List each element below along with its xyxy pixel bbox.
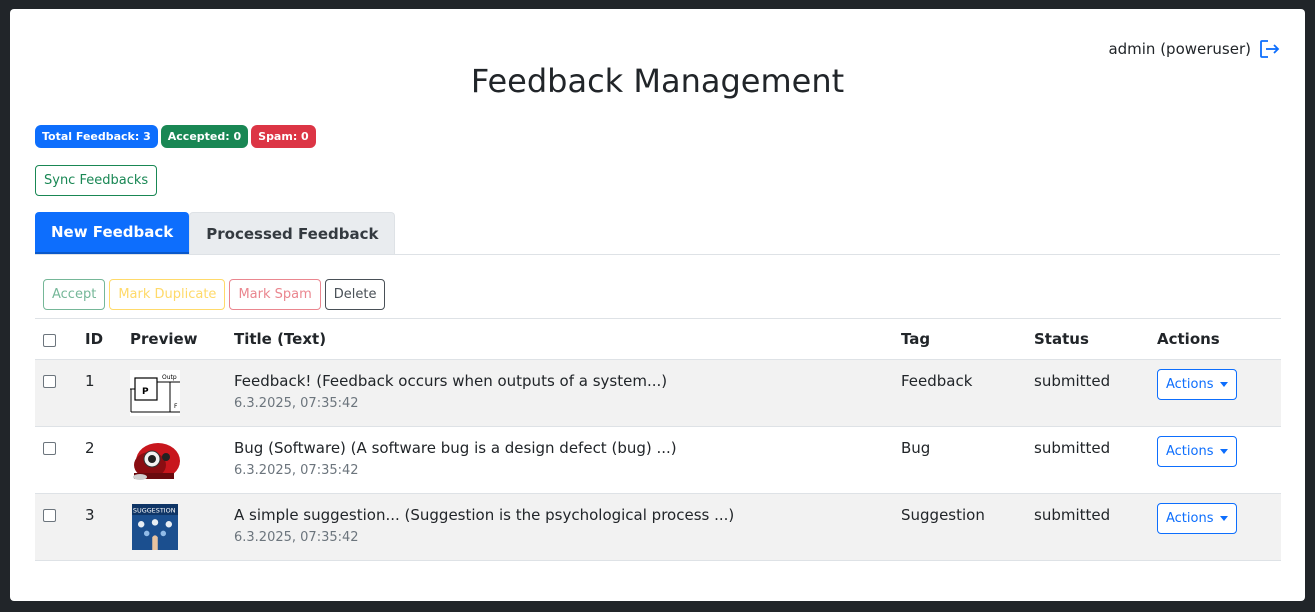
caret-down-icon — [1219, 449, 1228, 454]
row-date: 6.3.2025, 07:35:42 — [234, 463, 359, 478]
app-window: admin (poweruser) Feedback Management To… — [10, 9, 1305, 601]
bulk-actions: Accept Mark Duplicate Mark Spam Delete — [43, 279, 386, 310]
row-id: 2 — [77, 426, 122, 494]
stats-badges: Total Feedback: 3 Accepted: 0 Spam: 0 — [35, 125, 316, 149]
row-id: 1 — [77, 359, 122, 427]
user-label: admin (poweruser) — [1108, 40, 1251, 58]
header-status: Status — [1026, 318, 1149, 360]
row-status: submitted — [1026, 426, 1149, 494]
table-row: 1 P Outp F Feedback! (Feedback occurs wh… — [35, 359, 1281, 427]
row-title: Bug (Software) (A software bug is a desi… — [234, 439, 677, 457]
row-actions-dropdown[interactable]: Actions — [1157, 369, 1237, 400]
tab-new-feedback[interactable]: New Feedback — [35, 212, 190, 254]
mark-duplicate-button[interactable]: Mark Duplicate — [109, 279, 226, 310]
suggestion-photo-thumbnail: SUGGESTION — [132, 504, 178, 550]
bug-mascot-thumbnail — [130, 437, 180, 483]
tab-processed-feedback[interactable]: Processed Feedback — [189, 212, 396, 254]
header-actions: Actions — [1149, 318, 1281, 360]
row-tag: Bug — [893, 426, 1026, 494]
row-actions-dropdown[interactable]: Actions — [1157, 436, 1237, 467]
row-checkbox[interactable] — [43, 509, 56, 522]
row-status: submitted — [1026, 359, 1149, 427]
header-title: Title (Text) — [226, 318, 893, 360]
table-row: 2 Bug (Software) (A software bug is a de… — [35, 426, 1281, 494]
row-checkbox[interactable] — [43, 442, 56, 455]
row-status: submitted — [1026, 493, 1149, 561]
delete-button[interactable]: Delete — [324, 279, 386, 310]
row-title: A simple suggestion... (Suggestion is th… — [234, 506, 735, 524]
svg-text:P: P — [142, 387, 149, 397]
table-row: 3 SUGGESTION A simple suggestion... (Sug… — [35, 493, 1281, 561]
svg-text:Outp: Outp — [162, 374, 177, 381]
row-id: 3 — [77, 493, 122, 561]
mark-spam-button[interactable]: Mark Spam — [229, 279, 321, 310]
feedback-tabs: New Feedback Processed Feedback — [35, 212, 1280, 255]
row-checkbox[interactable] — [43, 375, 56, 388]
row-tag: Feedback — [893, 359, 1026, 427]
row-date: 6.3.2025, 07:35:42 — [234, 530, 359, 545]
total-feedback-badge: Total Feedback: 3 — [35, 125, 158, 149]
header-id: ID — [77, 318, 122, 360]
header-tag: Tag — [893, 318, 1026, 360]
feedback-table: ID Preview Title (Text) Tag Status Actio… — [35, 318, 1281, 561]
page-title: Feedback Management — [470, 62, 845, 100]
accept-button[interactable]: Accept — [43, 279, 106, 310]
feedback-diagram-thumbnail: P Outp F — [130, 370, 180, 416]
header-preview: Preview — [122, 318, 226, 360]
row-title: Feedback! (Feedback occurs when outputs … — [234, 372, 668, 390]
caret-down-icon — [1219, 516, 1228, 521]
select-all-checkbox[interactable] — [43, 333, 56, 347]
svg-text:SUGGESTION: SUGGESTION — [133, 506, 176, 514]
svg-text:F: F — [174, 403, 178, 410]
row-date: 6.3.2025, 07:35:42 — [234, 396, 359, 411]
logout-icon[interactable] — [1259, 39, 1281, 59]
row-actions-dropdown[interactable]: Actions — [1157, 503, 1237, 534]
table-header-row: ID Preview Title (Text) Tag Status Actio… — [35, 318, 1281, 360]
caret-down-icon — [1219, 382, 1228, 387]
spam-badge: Spam: 0 — [251, 125, 316, 149]
row-tag: Suggestion — [893, 493, 1026, 561]
accepted-badge: Accepted: 0 — [160, 125, 249, 149]
sync-feedbacks-button[interactable]: Sync Feedbacks — [35, 165, 158, 196]
user-area: admin (poweruser) — [1108, 39, 1281, 59]
